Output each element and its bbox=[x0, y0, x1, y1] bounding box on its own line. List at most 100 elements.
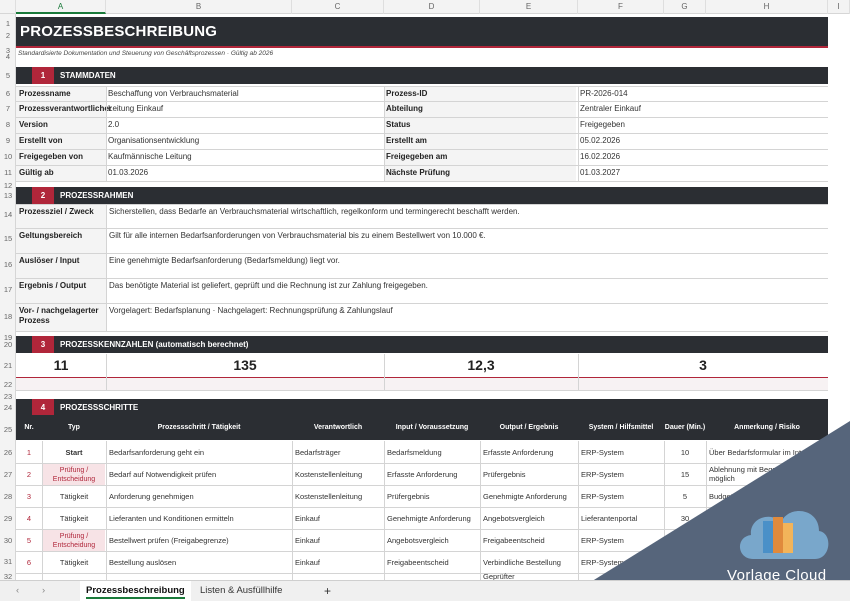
section-header-stammdaten[interactable]: 1 STAMMDATEN bbox=[16, 67, 828, 84]
table-cell[interactable]: Anforderung genehmigen bbox=[109, 485, 289, 507]
row-header[interactable]: 16 bbox=[0, 260, 16, 269]
page-title[interactable]: PROZESSBESCHREIBUNG bbox=[16, 17, 828, 47]
table-cell[interactable]: 4 bbox=[19, 507, 39, 529]
table-cell[interactable]: ERP-System bbox=[581, 463, 661, 485]
rahmen-value[interactable]: Vorgelagert: Bedarfsplanung · Nachgelage… bbox=[109, 306, 393, 315]
table-cell[interactable]: 3 bbox=[19, 485, 39, 507]
table-cell[interactable]: Bestellwert prüfen (Freigabegrenze) bbox=[109, 529, 289, 551]
row-header[interactable]: 13 bbox=[0, 191, 16, 200]
row-header[interactable]: 12 bbox=[0, 181, 16, 190]
table-cell[interactable]: Lieferantenportal bbox=[581, 507, 661, 529]
column-header[interactable]: H bbox=[706, 0, 828, 14]
column-header[interactable]: C bbox=[292, 0, 384, 14]
row-header[interactable]: 18 bbox=[0, 312, 16, 321]
table-cell[interactable]: Prüfung / Entscheidung bbox=[43, 464, 105, 485]
table-cell[interactable]: Prüfung / Entscheidung bbox=[43, 530, 105, 551]
table-column-header[interactable]: Output / Ergebnis bbox=[480, 415, 578, 440]
row-header[interactable]: 11 bbox=[0, 168, 16, 177]
stammdaten-value[interactable]: Organisationsentwicklung bbox=[108, 136, 199, 145]
row-header[interactable]: 26 bbox=[0, 448, 16, 457]
table-cell[interactable]: Tätigkeit bbox=[45, 507, 103, 529]
table-cell[interactable]: Angebotsvergleich bbox=[483, 507, 575, 529]
table-column-header[interactable]: Input / Voraussetzung bbox=[384, 415, 480, 440]
row-header[interactable]: 5 bbox=[0, 71, 16, 80]
table-column-header[interactable]: Nr. bbox=[16, 415, 42, 440]
rahmen-value[interactable]: Eine genehmigte Bedarfsanforderung (Beda… bbox=[109, 256, 340, 265]
stammdaten-value[interactable]: PR-2026-014 bbox=[580, 89, 628, 98]
row-header[interactable]: 2 bbox=[0, 31, 16, 40]
table-column-header[interactable]: Dauer (Min.) bbox=[664, 415, 706, 440]
table-cell[interactable]: Tätigkeit bbox=[45, 485, 103, 507]
table-cell[interactable]: Einkauf bbox=[295, 551, 381, 573]
table-cell[interactable]: Prüfergebnis bbox=[483, 463, 575, 485]
tab-scroll-next-button[interactable]: › bbox=[36, 581, 51, 601]
column-header[interactable]: B bbox=[106, 0, 292, 14]
table-cell[interactable]: Einkauf bbox=[295, 529, 381, 551]
row-header[interactable]: 24 bbox=[0, 403, 16, 412]
table-cell[interactable]: 1 bbox=[19, 441, 39, 463]
row-header[interactable]: 25 bbox=[0, 425, 16, 434]
select-all-corner[interactable] bbox=[0, 0, 16, 14]
rahmen-value[interactable]: Sicherstellen, dass Bedarfe an Verbrauch… bbox=[109, 207, 520, 216]
table-cell[interactable]: Tätigkeit bbox=[45, 551, 103, 573]
row-header[interactable]: 6 bbox=[0, 89, 16, 98]
table-cell[interactable]: Bedarfsträger bbox=[295, 441, 381, 463]
table-cell[interactable]: ERP-System bbox=[581, 441, 661, 463]
section-header-kennzahlen[interactable]: 3 PROZESSKENNZAHLEN (automatisch berechne… bbox=[16, 336, 828, 353]
row-header[interactable]: 29 bbox=[0, 514, 16, 523]
row-header[interactable]: 10 bbox=[0, 152, 16, 161]
row-header[interactable]: 28 bbox=[0, 492, 16, 501]
column-header[interactable]: E bbox=[480, 0, 578, 14]
stammdaten-value[interactable]: 01.03.2027 bbox=[580, 168, 620, 177]
row-header[interactable]: 23 bbox=[0, 392, 16, 401]
table-cell[interactable]: Freigabeentscheid bbox=[387, 551, 477, 573]
page-subtitle[interactable]: Standardisierte Dokumentation und Steuer… bbox=[18, 50, 273, 57]
row-header[interactable]: 31 bbox=[0, 557, 16, 566]
table-cell[interactable]: Freigabeentscheid bbox=[483, 529, 575, 551]
table-column-header[interactable]: Verantwortlich bbox=[292, 415, 384, 440]
table-cell[interactable]: Erfasste Anforderung bbox=[483, 441, 575, 463]
table-column-header[interactable]: Anmerkung / Risiko bbox=[706, 415, 828, 440]
table-cell[interactable]: Bestellung auslösen bbox=[109, 551, 289, 573]
kpi-value[interactable]: 3 bbox=[578, 357, 828, 373]
add-sheet-button[interactable]: + bbox=[318, 581, 337, 601]
table-cell[interactable]: Genehmigte Anforderung bbox=[483, 485, 575, 507]
table-cell[interactable]: Erfasste Anforderung bbox=[387, 463, 477, 485]
kpi-value[interactable]: 135 bbox=[106, 357, 384, 373]
row-header[interactable]: 8 bbox=[0, 120, 16, 129]
stammdaten-value[interactable]: 2.0 bbox=[108, 120, 119, 129]
column-header[interactable]: F bbox=[578, 0, 664, 14]
stammdaten-value[interactable]: 01.03.2026 bbox=[108, 168, 148, 177]
table-column-header[interactable]: Typ bbox=[42, 415, 106, 440]
tab-prozessbeschreibung[interactable]: Prozessbeschreibung bbox=[80, 581, 191, 601]
section-header-prozessschritte[interactable]: 4 PROZESSSCHRITTE bbox=[16, 399, 828, 416]
row-header[interactable]: 15 bbox=[0, 234, 16, 243]
table-cell[interactable]: Angebotsvergleich bbox=[387, 529, 477, 551]
rahmen-value[interactable]: Das benötigte Material ist geliefert, ge… bbox=[109, 281, 428, 290]
table-cell[interactable]: 2 bbox=[19, 463, 39, 485]
table-cell[interactable]: 5 bbox=[667, 485, 703, 507]
table-cell[interactable]: Kostenstellenleitung bbox=[295, 463, 381, 485]
kpi-value[interactable]: 12,3 bbox=[384, 357, 578, 373]
row-header[interactable]: 22 bbox=[0, 380, 16, 389]
row-header[interactable]: 27 bbox=[0, 470, 16, 479]
table-cell[interactable]: ERP-System bbox=[581, 485, 661, 507]
table-cell[interactable]: Prüfergebnis bbox=[387, 485, 477, 507]
stammdaten-value[interactable]: 05.02.2026 bbox=[580, 136, 620, 145]
table-cell[interactable]: Verbindliche Bestellung bbox=[483, 551, 575, 573]
table-cell[interactable]: 10 bbox=[667, 441, 703, 463]
kpi-value[interactable]: 11 bbox=[16, 357, 106, 373]
stammdaten-value[interactable]: Kaufmännische Leitung bbox=[108, 152, 192, 161]
table-cell[interactable]: Bedarf auf Notwendigkeit prüfen bbox=[109, 463, 289, 485]
table-cell[interactable]: Genehmigte Anforderung bbox=[387, 507, 477, 529]
table-cell[interactable]: Einkauf bbox=[295, 507, 381, 529]
table-column-header[interactable]: Prozessschritt / Tätigkeit bbox=[106, 415, 292, 440]
row-header[interactable]: 1 bbox=[0, 19, 16, 28]
row-header[interactable]: 9 bbox=[0, 136, 16, 145]
row-header[interactable]: 17 bbox=[0, 285, 16, 294]
column-header[interactable]: I bbox=[828, 0, 850, 14]
column-header[interactable]: G bbox=[664, 0, 706, 14]
row-header[interactable]: 30 bbox=[0, 536, 16, 545]
table-cell[interactable]: Bedarfsanforderung geht ein bbox=[109, 441, 289, 463]
row-header[interactable]: 7 bbox=[0, 104, 16, 113]
